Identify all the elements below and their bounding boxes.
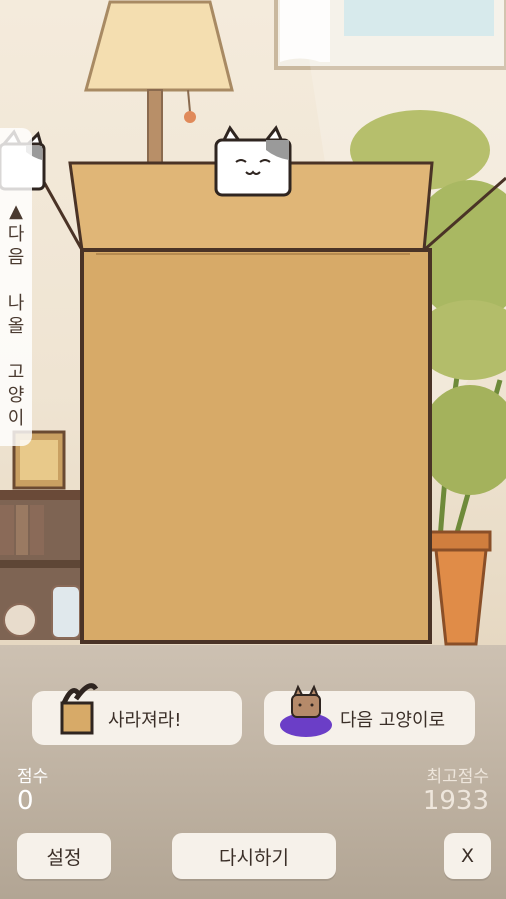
next-cat-button[interactable]: 다음 고양이로 [264,684,475,745]
purple-cat-icon [280,684,332,737]
game-scene: ▲ 다 음 나 올 고 양 이 사라져라! 다음 고양이로 점수 0 최고점수 … [0,0,506,899]
cat-in-box [214,125,292,197]
close-button[interactable]: X [444,833,491,879]
lamp [84,0,234,171]
restart-button[interactable]: 다시하기 [172,833,336,879]
settings-button[interactable]: 설정 [17,833,111,879]
best-score-value: 1933 [422,786,489,816]
score-label: 점수 [17,767,49,787]
next-cat-label: ▲ 다 음 나 올 고 양 이 [7,201,25,429]
box-vanish-icon [60,683,99,735]
disappear-button[interactable]: 사라져라! [32,683,242,745]
bookshelf [0,430,81,640]
best-score-label: 최고점수 [426,767,489,787]
score-value: 0 [17,786,34,816]
